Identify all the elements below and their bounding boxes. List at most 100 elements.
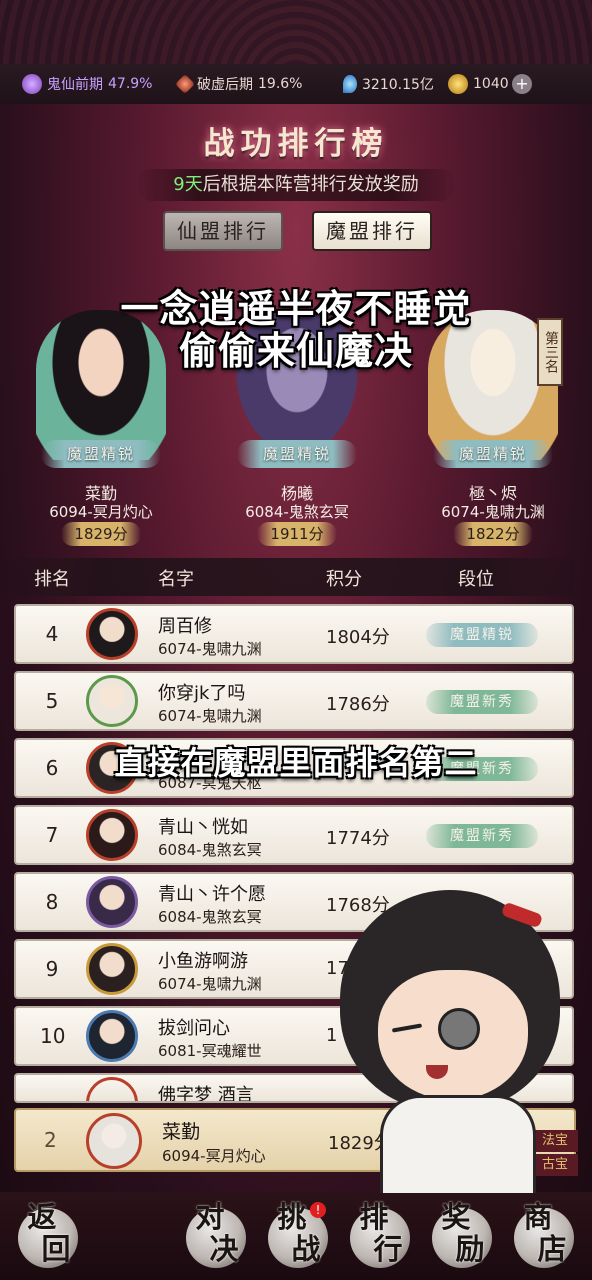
stage-stat[interactable]: 破虚后期 19.6% xyxy=(175,74,303,94)
back-label-2: 回 xyxy=(41,1232,71,1266)
podium-server: 6084-鬼煞玄冥 xyxy=(245,503,349,521)
row-score: 1774分 xyxy=(326,828,390,849)
shop-label-1: 商 xyxy=(523,1200,553,1234)
row-score: 1804分 xyxy=(326,627,390,648)
avatar xyxy=(86,1010,138,1062)
realm-label: 鬼仙前期 xyxy=(47,77,103,93)
row-server: 6084-鬼煞玄冥 xyxy=(158,908,262,926)
reward-notice-text: 后根据本阵营排行发放奖励 xyxy=(202,174,419,195)
row-name: 佛字梦 酒言 xyxy=(158,1085,254,1103)
row-server: 6084-鬼煞玄冥 xyxy=(158,841,262,859)
row-rank: 9 xyxy=(45,957,59,981)
my-name: 菜勤 xyxy=(162,1121,201,1143)
row-name: 周百修 xyxy=(158,616,212,637)
reward-days: 9天 xyxy=(173,174,203,195)
row-rank: 5 xyxy=(45,689,59,713)
avatar xyxy=(86,1077,138,1101)
rewards-label-1: 奖 xyxy=(441,1200,471,1234)
realm-icon xyxy=(22,74,42,94)
spirit-stone-stat[interactable]: 3210.15亿 xyxy=(343,74,434,94)
avatar xyxy=(86,876,138,928)
row-name: 青山丶恍如 xyxy=(158,817,248,838)
bottom-navigation: 返 回 对 决 挑 战 ! 排 行 奖 励 商 店 xyxy=(0,1192,592,1280)
stage-icon xyxy=(175,74,195,94)
row-rank: 4 xyxy=(45,622,59,646)
table-header: 排名 名字 积分 段位 xyxy=(12,558,574,596)
podium-score: 1911分 xyxy=(257,522,337,546)
row-name: 拔剑问心 xyxy=(158,1018,230,1039)
mascot-body xyxy=(380,1095,536,1193)
my-avatar xyxy=(86,1113,142,1169)
coin-count: 1040 xyxy=(473,76,509,92)
challenge-label-2: 战 xyxy=(291,1232,321,1266)
header-tier: 段位 xyxy=(458,569,494,590)
mascot-eye xyxy=(438,1008,480,1050)
podium-score: 1822分 xyxy=(453,522,533,546)
stage-progress: 19.6% xyxy=(258,76,303,92)
row-server: 6074-鬼啸九渊 xyxy=(158,975,262,993)
row-rank: 7 xyxy=(45,823,59,847)
alert-icon: ! xyxy=(310,1202,326,1218)
reward-notice: 9天后根据本阵营排行发放奖励 xyxy=(136,169,456,201)
tier-badge: 魔盟新秀 xyxy=(426,824,538,848)
my-rank: 2 xyxy=(44,1128,57,1152)
tier-badge: 魔盟精锐 xyxy=(41,440,161,468)
coin-stat[interactable]: 1040 xyxy=(448,74,509,94)
tier-badge: 魔盟精锐 xyxy=(426,623,538,647)
avatar xyxy=(86,608,138,660)
row-rank: 8 xyxy=(45,890,59,914)
spirit-stone-count: 3210.15亿 xyxy=(362,77,434,93)
header-score: 积分 xyxy=(326,569,362,590)
tier-badge: 魔盟新秀 xyxy=(426,690,538,714)
duel-button[interactable]: 对 决 xyxy=(176,1198,256,1274)
ranking-button[interactable]: 排 行 xyxy=(340,1198,420,1274)
shop-label-2: 店 xyxy=(537,1232,567,1266)
row-name: 青山丶许个愿 xyxy=(158,884,266,905)
podium-server: 6094-冥月灼心 xyxy=(49,503,153,521)
table-row[interactable]: 5 你穿jk了吗 6074-鬼啸九渊 1786分 魔盟新秀 xyxy=(14,671,574,731)
ranking-label-1: 排 xyxy=(359,1200,389,1234)
resource-bar: 鬼仙前期 47.9% 破虚后期 19.6% 3210.15亿 1040 + xyxy=(0,64,592,104)
back-label-1: 返 xyxy=(27,1200,57,1234)
row-score: 1786分 xyxy=(326,694,390,715)
header-name: 名字 xyxy=(158,569,194,590)
row-server: 6081-冥魂耀世 xyxy=(158,1042,262,1060)
avatar xyxy=(86,809,138,861)
row-server: 6074-鬼啸九渊 xyxy=(158,707,262,725)
realm-stat[interactable]: 鬼仙前期 47.9% xyxy=(22,74,152,94)
tier-badge: 魔盟精锐 xyxy=(237,440,357,468)
page-title: 战功排行榜 xyxy=(203,126,389,162)
podium-server: 6074-鬼啸九渊 xyxy=(441,503,545,521)
rewards-label-2: 励 xyxy=(455,1232,485,1266)
add-currency-button[interactable]: + xyxy=(512,74,532,94)
tab-demon-alliance[interactable]: 魔盟排行 xyxy=(312,211,432,251)
table-row[interactable]: 4 周百修 6074-鬼啸九渊 1804分 魔盟精锐 xyxy=(14,604,574,664)
challenge-button[interactable]: 挑 战 ! xyxy=(258,1198,338,1274)
avatar xyxy=(86,943,138,995)
spirit-stone-icon xyxy=(343,75,357,93)
tier-badge: 魔盟精锐 xyxy=(433,440,553,468)
table-row[interactable]: 7 青山丶恍如 6084-鬼煞玄冥 1774分 魔盟新秀 xyxy=(14,805,574,865)
row-server: 6074-鬼啸九渊 xyxy=(158,640,262,658)
avatar xyxy=(86,675,138,727)
mascot-character xyxy=(320,860,582,1193)
tab-immortal-alliance[interactable]: 仙盟排行 xyxy=(163,211,283,251)
video-caption-line3: 直接在魔盟里面排名第二 xyxy=(114,744,478,782)
back-button[interactable]: 返 回 xyxy=(8,1198,88,1274)
row-name: 你穿jk了吗 xyxy=(158,683,246,704)
row-rank: 10 xyxy=(40,1024,66,1048)
duel-label-1: 对 xyxy=(195,1200,225,1234)
rewards-button[interactable]: 奖 励 xyxy=(422,1198,502,1274)
realm-progress: 47.9% xyxy=(108,76,153,92)
top-wave-pattern xyxy=(0,0,592,70)
row-name: 小鱼游啊游 xyxy=(158,951,248,972)
stage-label: 破虚后期 xyxy=(197,77,253,93)
header-rank: 排名 xyxy=(34,569,70,590)
ranking-label-2: 行 xyxy=(373,1232,403,1266)
video-caption-line2: 偷偷来仙魔决 xyxy=(178,329,413,373)
duel-label-2: 决 xyxy=(209,1232,239,1266)
podium-score: 1829分 xyxy=(61,522,141,546)
coin-icon xyxy=(448,74,468,94)
shop-button[interactable]: 商 店 xyxy=(504,1198,584,1274)
my-server: 6094-冥月灼心 xyxy=(162,1147,266,1165)
